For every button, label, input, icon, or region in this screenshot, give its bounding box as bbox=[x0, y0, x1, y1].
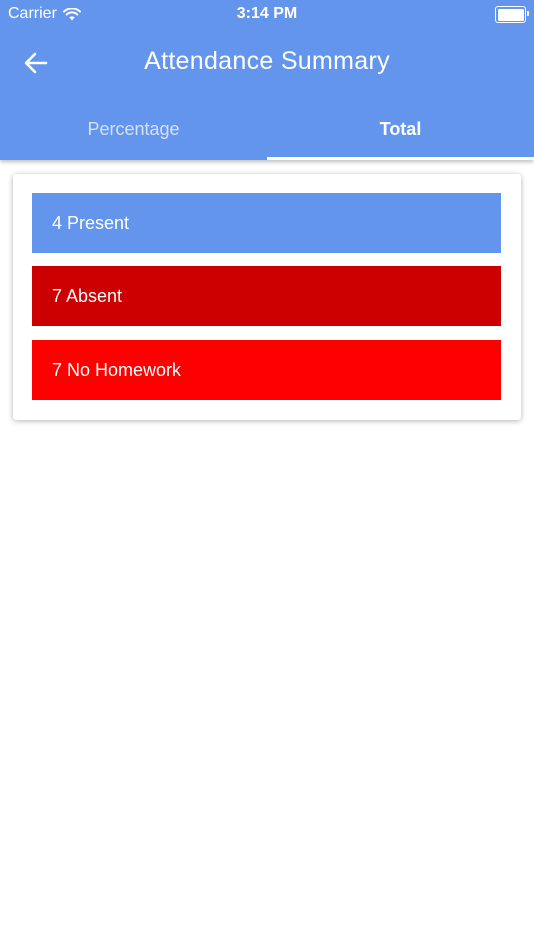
present-count-label: 4 Present bbox=[52, 212, 130, 233]
app-bar: Carrier 3:14 PM Attendance Summary Perce… bbox=[0, 0, 534, 160]
tab-bar: Percentage Total bbox=[0, 98, 534, 160]
tab-total-label: Total bbox=[379, 118, 422, 139]
tab-percentage-label: Percentage bbox=[87, 118, 180, 139]
battery-icon bbox=[495, 6, 529, 23]
status-bar: Carrier 3:14 PM bbox=[0, 0, 534, 28]
tab-total[interactable]: Total bbox=[267, 98, 534, 160]
summary-row-no-homework: 7 No Homework bbox=[32, 340, 501, 400]
summary-card: 4 Present 7 Absent 7 No Homework bbox=[13, 174, 521, 420]
status-time: 3:14 PM bbox=[236, 5, 298, 22]
absent-count-label: 7 Absent bbox=[52, 285, 123, 306]
toolbar: Attendance Summary bbox=[0, 28, 534, 98]
tab-indicator bbox=[267, 157, 534, 160]
battery-level bbox=[497, 8, 524, 21]
no-homework-count-label: 7 No Homework bbox=[52, 359, 182, 380]
tab-percentage[interactable]: Percentage bbox=[0, 98, 267, 160]
summary-row-present: 4 Present bbox=[32, 193, 501, 253]
summary-row-absent: 7 Absent bbox=[32, 266, 501, 326]
page-title: Attendance Summary bbox=[144, 47, 390, 75]
